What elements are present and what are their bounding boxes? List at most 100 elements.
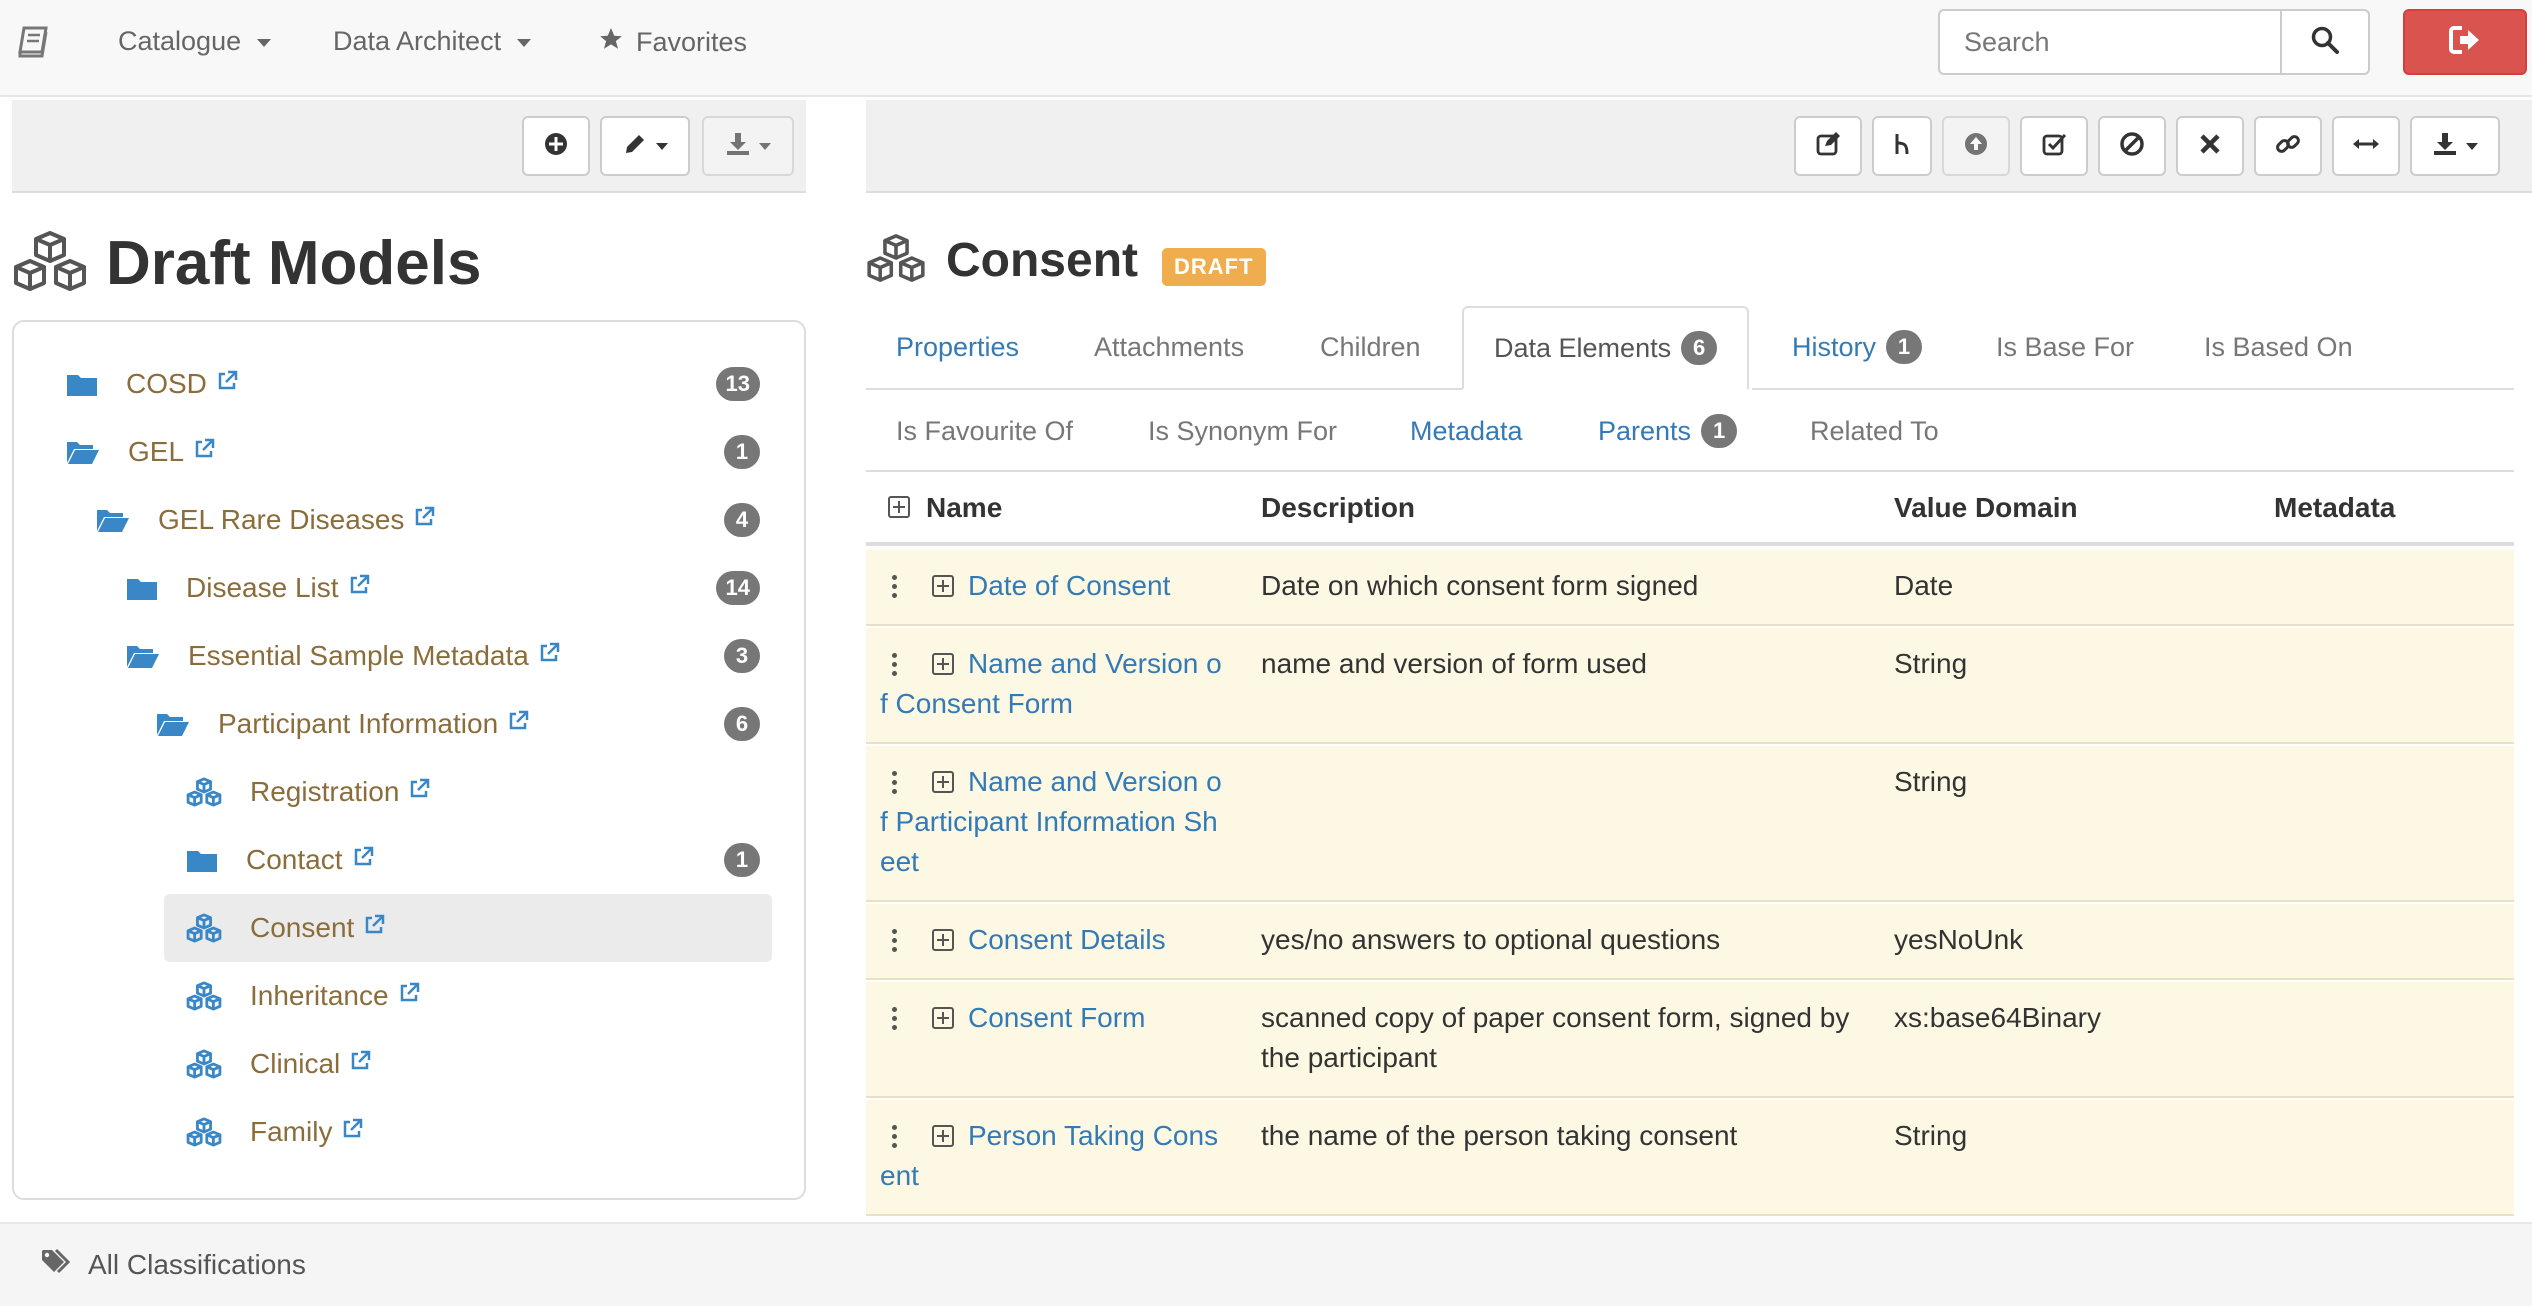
favorites-link[interactable]: Favorites xyxy=(598,26,747,59)
tree-item-cosd[interactable]: COSD xyxy=(66,350,239,418)
caret-down-icon xyxy=(656,142,668,150)
count-badge: 6 xyxy=(724,707,760,741)
external-link-icon[interactable] xyxy=(412,504,436,536)
tree-item-disease-list[interactable]: Disease List xyxy=(126,554,371,622)
external-link-icon[interactable] xyxy=(192,436,216,468)
tree-item-gel[interactable]: GEL xyxy=(66,418,216,486)
external-link-icon[interactable] xyxy=(362,912,386,944)
tree-item-inheritance[interactable]: Inheritance xyxy=(186,962,421,1030)
cubes-icon xyxy=(186,1049,222,1079)
compare-button[interactable] xyxy=(2332,116,2400,176)
column-header-metadata[interactable]: Metadata xyxy=(2274,492,2395,524)
tab-is-base-for[interactable]: Is Base For xyxy=(1966,306,2164,388)
fork-button[interactable] xyxy=(1872,116,1932,176)
tab-metadata[interactable]: Metadata xyxy=(1380,390,1553,472)
data-element-link[interactable]: f Consent Form xyxy=(880,684,1250,724)
search-button[interactable] xyxy=(2280,9,2370,75)
tab-is-favourite-of[interactable]: Is Favourite Of xyxy=(866,390,1103,472)
tree-item-participant-information[interactable]: Participant Information xyxy=(156,690,530,758)
export-dropdown-button[interactable] xyxy=(702,116,794,176)
catalogue-menu[interactable]: Catalogue xyxy=(118,26,272,57)
export-model-dropdown-button[interactable] xyxy=(2410,116,2500,176)
external-link-icon[interactable] xyxy=(506,708,530,740)
data-element-description: Date on which consent form signed xyxy=(1261,566,1881,606)
data-architect-menu[interactable]: Data Architect xyxy=(333,26,532,57)
upload-button[interactable] xyxy=(1942,116,2010,176)
data-architect-label: Data Architect xyxy=(333,26,502,56)
folder-open-icon xyxy=(126,643,160,669)
data-element-link[interactable]: Name and Version o xyxy=(880,644,1250,684)
expand-all-icon[interactable] xyxy=(888,496,910,518)
all-classifications-link[interactable]: All Classifications xyxy=(40,1248,306,1283)
search-input[interactable] xyxy=(1938,9,2282,75)
tree-item-family[interactable]: Family xyxy=(186,1098,364,1166)
data-element-link[interactable]: Consent Details xyxy=(880,920,1250,960)
tab-attachments[interactable]: Attachments xyxy=(1064,306,1274,388)
right-toolbar xyxy=(866,100,2532,193)
tree-item-text: Inheritance xyxy=(250,980,389,1011)
finalize-button[interactable] xyxy=(2020,116,2088,176)
tree-item-text: Participant Information xyxy=(218,708,499,739)
tree-item-gel-rare-diseases[interactable]: GEL Rare Diseases xyxy=(96,486,436,554)
external-link-icon[interactable] xyxy=(340,1116,364,1148)
data-element-link[interactable]: f Participant Information Sh xyxy=(880,802,1250,842)
tree-item-text: Clinical xyxy=(250,1048,341,1079)
data-element-link[interactable]: Name and Version o xyxy=(880,762,1250,802)
external-link-icon[interactable] xyxy=(397,980,421,1012)
folder-open-icon xyxy=(156,711,190,737)
data-element-link[interactable]: Person Taking Cons xyxy=(880,1116,1250,1156)
tab-history[interactable]: History 1 xyxy=(1762,306,1952,388)
tab-label: History xyxy=(1792,331,1877,362)
external-link-icon[interactable] xyxy=(348,1048,372,1080)
external-link-icon[interactable] xyxy=(215,368,239,400)
tree-item-registration[interactable]: Registration xyxy=(186,758,431,826)
check-square-icon xyxy=(2041,131,2067,162)
count-badge: 1 xyxy=(724,843,760,877)
tab-count-badge: 1 xyxy=(1701,414,1738,448)
edit-dropdown-button[interactable] xyxy=(600,116,690,176)
tab-is-based-on[interactable]: Is Based On xyxy=(2174,306,2383,388)
tab-parents[interactable]: Parents 1 xyxy=(1568,390,1767,472)
count-badge: 4 xyxy=(724,503,760,537)
external-link-icon[interactable] xyxy=(407,776,431,808)
description-line: the participant xyxy=(1261,1042,1437,1073)
column-header-name[interactable]: Name xyxy=(926,492,1002,524)
data-element-link[interactable]: Consent Form xyxy=(880,998,1250,1038)
ban-icon xyxy=(2119,131,2145,162)
data-element-link[interactable]: Date of Consent xyxy=(880,566,1250,606)
tree-item-text: Family xyxy=(250,1116,333,1147)
column-header-value-domain[interactable]: Value Domain xyxy=(1894,492,2078,524)
data-element-link[interactable]: eet xyxy=(880,842,1250,882)
tree-item-contact[interactable]: Contact xyxy=(186,826,375,894)
cubes-icon xyxy=(186,913,222,943)
data-element-name: Name and Version of Participant Informat… xyxy=(880,762,1250,882)
tab-properties[interactable]: Properties xyxy=(866,306,1049,388)
link-button[interactable] xyxy=(2254,116,2322,176)
tab-related-to[interactable]: Related To xyxy=(1780,390,1969,472)
external-link-icon[interactable] xyxy=(351,844,375,876)
tree-item-label: Essential Sample Metadata xyxy=(188,640,561,672)
tab-data-elements[interactable]: Data Elements 6 xyxy=(1462,306,1750,390)
add-button[interactable] xyxy=(522,116,590,176)
column-header-description[interactable]: Description xyxy=(1261,492,1415,524)
tree-item-consent[interactable]: Consent xyxy=(164,894,772,962)
data-element-link[interactable]: ent xyxy=(880,1156,1250,1196)
tree-item-label: Participant Information xyxy=(218,708,530,740)
logout-button[interactable] xyxy=(2403,9,2527,75)
external-link-icon[interactable] xyxy=(537,640,561,672)
data-element-description: scanned copy of paper consent form, sign… xyxy=(1261,998,1881,1078)
model-header: Consent DRAFT xyxy=(866,232,1266,289)
deprecate-button[interactable] xyxy=(2098,116,2166,176)
tree-item-clinical[interactable]: Clinical xyxy=(186,1030,372,1098)
book-icon[interactable] xyxy=(16,24,56,64)
tab-label: Is Based On xyxy=(2204,331,2353,362)
edit-status-button[interactable] xyxy=(1794,116,1862,176)
tab-children[interactable]: Children xyxy=(1290,306,1451,388)
caret-down-icon xyxy=(257,39,272,47)
tab-is-synonym-for[interactable]: Is Synonym For xyxy=(1118,390,1367,472)
data-element-value-domain: String xyxy=(1894,648,1968,679)
external-link-icon[interactable] xyxy=(347,572,371,604)
tree-item-essential-sample-metadata[interactable]: Essential Sample Metadata xyxy=(126,622,561,690)
delete-button[interactable] xyxy=(2176,116,2244,176)
count-badge: 14 xyxy=(715,571,760,605)
